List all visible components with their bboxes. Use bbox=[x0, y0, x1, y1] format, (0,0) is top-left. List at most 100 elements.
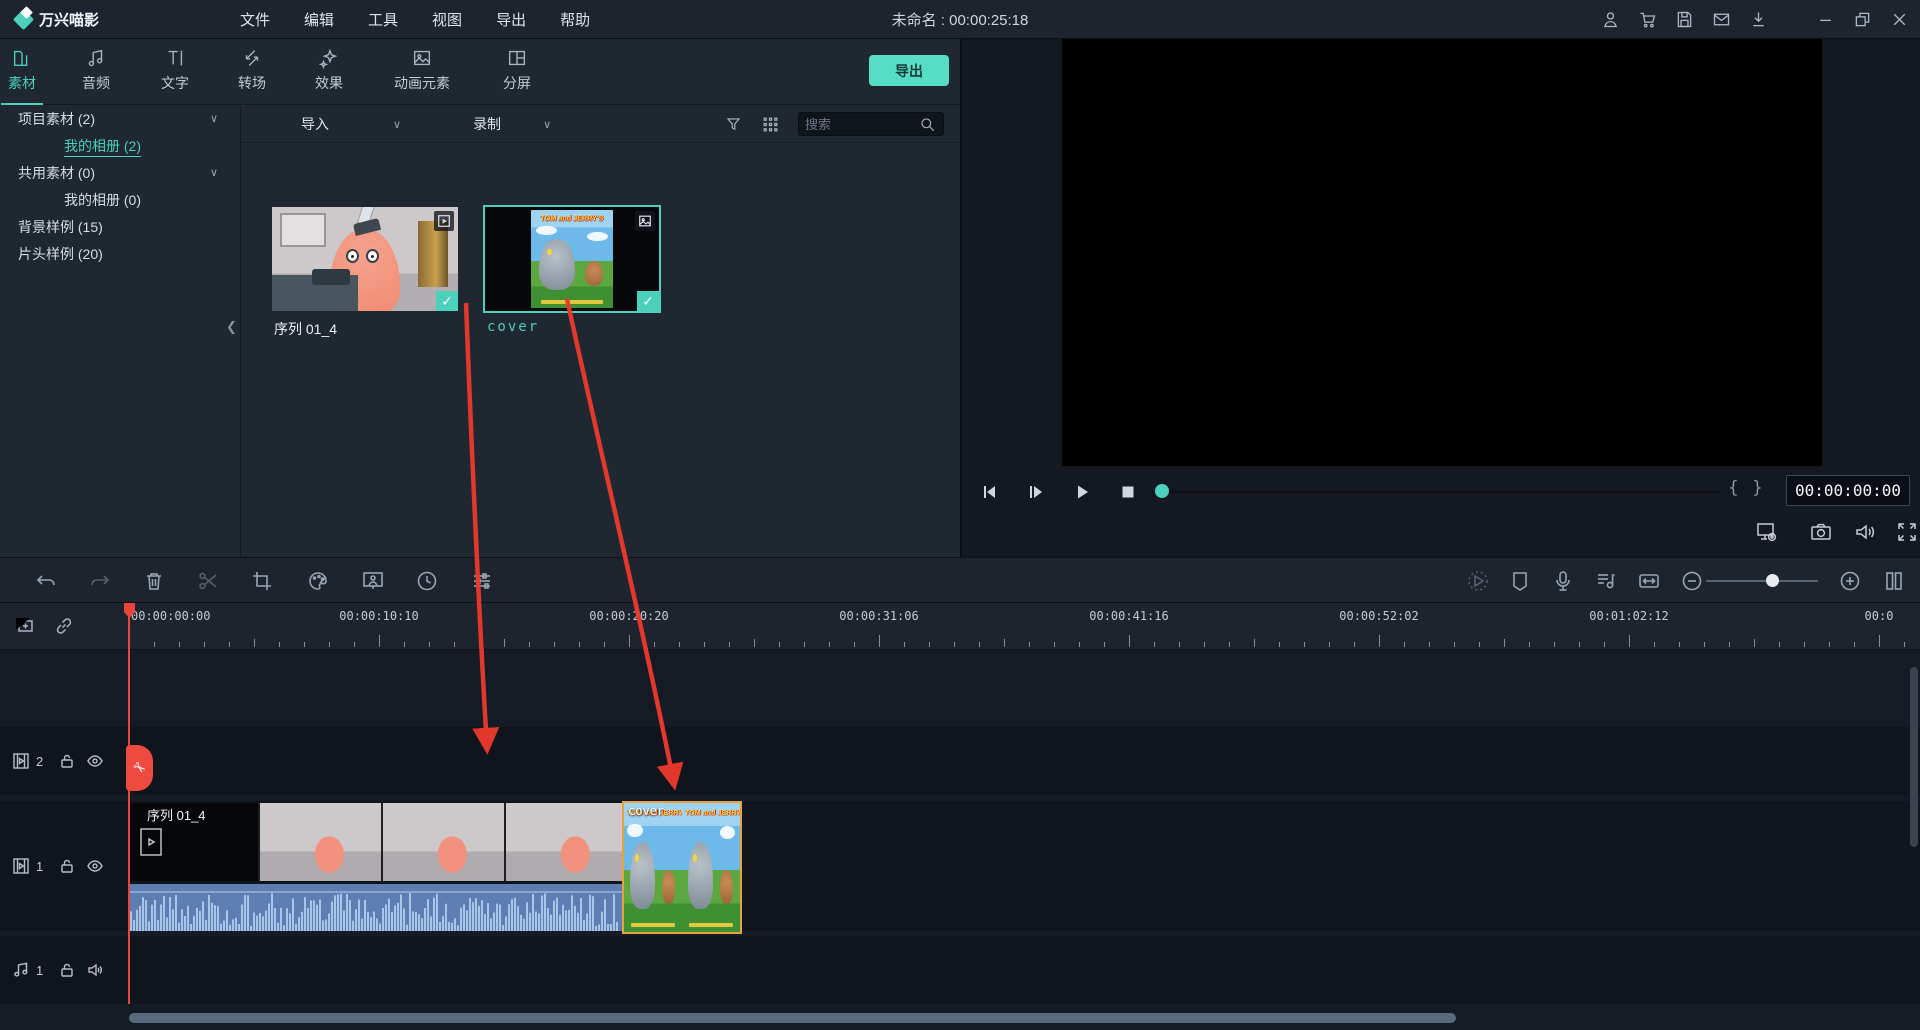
cart-icon[interactable] bbox=[1637, 9, 1658, 30]
quick-split-handle[interactable]: ✂ bbox=[126, 745, 153, 791]
tree-item-background-samples[interactable]: 背景样例 (15) bbox=[0, 214, 240, 241]
ruler-timecode-label: 00:00:31:06 bbox=[839, 609, 918, 623]
record-dropdown[interactable]: 录制 bbox=[473, 114, 501, 134]
search-input[interactable] bbox=[805, 117, 918, 132]
audio-track-1[interactable]: 1 bbox=[0, 936, 1920, 1004]
marker-icon[interactable] bbox=[1508, 569, 1532, 593]
tab-media[interactable]: 素材 bbox=[8, 47, 36, 93]
menu-export[interactable]: 导出 bbox=[496, 9, 526, 30]
menu-help[interactable]: 帮助 bbox=[560, 9, 590, 30]
display-settings-icon[interactable] bbox=[1755, 520, 1779, 544]
audio-mixer-icon[interactable] bbox=[1594, 569, 1618, 593]
color-palette-icon[interactable] bbox=[306, 569, 330, 593]
stop-button[interactable] bbox=[1113, 478, 1143, 506]
timeline-clip-sequence[interactable]: 序列 01_4 bbox=[129, 803, 622, 931]
transport-controls: { } 00:00:00:00 bbox=[963, 472, 1920, 512]
snapshot-camera-icon[interactable] bbox=[1809, 520, 1833, 544]
play-button[interactable] bbox=[1067, 478, 1097, 506]
media-item-sequence[interactable]: ✓ 序列 01_4 bbox=[272, 207, 458, 311]
green-screen-icon[interactable] bbox=[361, 569, 385, 593]
menu-file[interactable]: 文件 bbox=[240, 9, 270, 30]
music-note-icon bbox=[85, 47, 107, 69]
zoom-in-icon[interactable] bbox=[1838, 569, 1862, 593]
save-icon[interactable] bbox=[1674, 9, 1695, 30]
minimize-button[interactable] bbox=[1815, 9, 1836, 30]
sidebar-collapse-handle[interactable]: ❮ bbox=[226, 319, 237, 335]
visibility-eye-icon[interactable] bbox=[86, 752, 104, 770]
adjust-sliders-icon[interactable] bbox=[470, 569, 494, 593]
menu-tools[interactable]: 工具 bbox=[368, 9, 398, 30]
timeline-horizontal-scrollbar[interactable] bbox=[129, 1013, 1456, 1023]
timeline-vertical-scrollbar[interactable] bbox=[1910, 667, 1918, 847]
menu-edit[interactable]: 编辑 bbox=[304, 9, 334, 30]
grid-view-icon[interactable] bbox=[761, 115, 780, 134]
timeline-ruler[interactable]: 00:00:00:0000:00:10:1000:00:20:2000:00:3… bbox=[129, 603, 1920, 650]
lock-icon[interactable] bbox=[58, 752, 76, 770]
link-icon[interactable] bbox=[52, 614, 76, 638]
tree-item-project-media[interactable]: 项目素材 (2) ∨ bbox=[0, 106, 240, 133]
track-number: 2 bbox=[36, 754, 50, 769]
next-frame-button[interactable] bbox=[1021, 478, 1051, 506]
cover-poster-frame: TOM and JERRY'S bbox=[624, 803, 682, 932]
panel-layout-icon[interactable] bbox=[1882, 569, 1906, 593]
zoom-out-icon[interactable] bbox=[1680, 569, 1704, 593]
split-scissors-icon[interactable] bbox=[196, 569, 220, 593]
volume-icon[interactable] bbox=[1853, 520, 1877, 544]
mark-out-icon[interactable]: } bbox=[1752, 478, 1763, 498]
fit-timeline-icon[interactable] bbox=[1637, 569, 1661, 593]
timeline-zoom-knob[interactable] bbox=[1766, 574, 1779, 587]
seek-bar[interactable] bbox=[1169, 491, 1719, 493]
tree-item-shared-media[interactable]: 共用素材 (0) ∨ bbox=[0, 160, 240, 187]
import-chevron-icon[interactable]: ∨ bbox=[393, 118, 401, 131]
fullscreen-icon[interactable] bbox=[1895, 520, 1919, 544]
undo-icon[interactable] bbox=[34, 569, 58, 593]
folder-icon bbox=[11, 47, 33, 69]
clip-video-strip: 序列 01_4 bbox=[129, 803, 622, 881]
chevron-down-icon[interactable]: ∨ bbox=[210, 106, 218, 133]
tab-elements[interactable]: 动画元素 bbox=[394, 47, 450, 93]
close-button[interactable] bbox=[1889, 9, 1910, 30]
video-track-2[interactable]: 2 bbox=[0, 727, 1920, 795]
mark-in-icon[interactable]: { bbox=[1728, 478, 1739, 498]
download-icon[interactable] bbox=[1748, 9, 1769, 30]
redo-icon[interactable] bbox=[88, 569, 112, 593]
lock-icon[interactable] bbox=[58, 857, 76, 875]
preview-screen[interactable] bbox=[1062, 39, 1822, 466]
timeline-header: 00:00:00:0000:00:10:1000:00:20:2000:00:3… bbox=[0, 603, 1920, 650]
render-preview-icon[interactable] bbox=[1466, 569, 1490, 593]
timeline-zoom-slider[interactable] bbox=[1706, 580, 1818, 582]
added-check-badge: ✓ bbox=[436, 291, 458, 311]
import-dropdown[interactable]: 导入 bbox=[301, 114, 329, 134]
mute-speaker-icon[interactable] bbox=[86, 961, 104, 979]
timeline-clip-cover[interactable]: cover TOM and JERRY'S TOM and JERRY'S bbox=[622, 801, 742, 934]
chevron-down-icon[interactable]: ∨ bbox=[210, 160, 218, 187]
export-button[interactable]: 导出 bbox=[869, 55, 949, 86]
tab-effects[interactable]: 效果 bbox=[315, 47, 343, 93]
voiceover-mic-icon[interactable] bbox=[1551, 569, 1575, 593]
filter-icon[interactable] bbox=[724, 115, 743, 134]
menu-view[interactable]: 视图 bbox=[432, 9, 462, 30]
delete-icon[interactable] bbox=[142, 569, 166, 593]
mail-icon[interactable] bbox=[1711, 9, 1732, 30]
media-item-cover[interactable]: TOM and JERRY'S ✓ cover bbox=[483, 205, 661, 313]
added-check-badge: ✓ bbox=[637, 291, 659, 311]
restore-button[interactable] bbox=[1852, 9, 1873, 30]
search-icon[interactable] bbox=[918, 115, 937, 134]
duration-clock-icon[interactable] bbox=[415, 569, 439, 593]
tab-split-screen[interactable]: 分屏 bbox=[503, 47, 531, 93]
seek-handle[interactable] bbox=[1155, 484, 1169, 498]
visibility-eye-icon[interactable] bbox=[86, 857, 104, 875]
crop-icon[interactable] bbox=[250, 569, 274, 593]
playhead-line[interactable] bbox=[128, 603, 130, 1004]
lock-icon[interactable] bbox=[58, 961, 76, 979]
tree-item-intro-samples[interactable]: 片头样例 (20) bbox=[0, 241, 240, 268]
tree-item-my-album-shared[interactable]: 我的相册 (0) bbox=[0, 187, 240, 214]
account-icon[interactable] bbox=[1600, 9, 1621, 30]
tab-transitions[interactable]: 转场 bbox=[238, 47, 266, 93]
tree-item-my-album-project[interactable]: 我的相册 (2) bbox=[0, 133, 240, 160]
previous-frame-button[interactable] bbox=[975, 478, 1005, 506]
add-track-icon[interactable] bbox=[12, 614, 36, 638]
tab-text[interactable]: 文字 bbox=[161, 47, 189, 93]
record-chevron-icon[interactable]: ∨ bbox=[543, 118, 551, 131]
tab-audio[interactable]: 音频 bbox=[82, 47, 110, 93]
